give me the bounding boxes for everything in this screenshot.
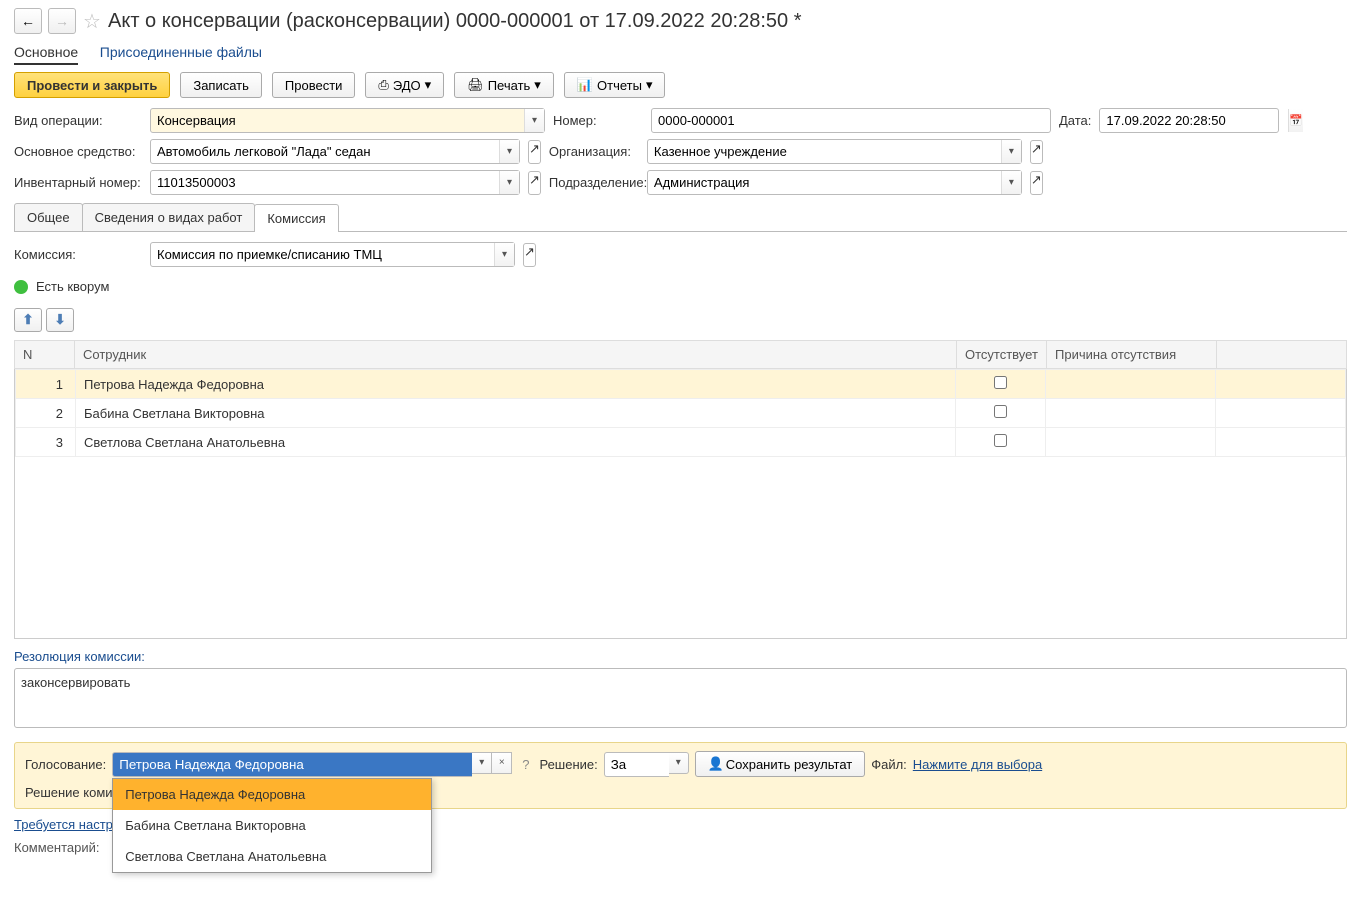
print-button[interactable]: 🖨Печать▾ — [454, 72, 554, 98]
asset-input[interactable] — [151, 140, 499, 163]
op-type-input[interactable] — [151, 109, 524, 132]
tab-general[interactable]: Общее — [14, 203, 83, 231]
date-label: Дата: — [1059, 113, 1091, 128]
dept-open-icon[interactable]: ↗ — [1030, 171, 1043, 195]
move-up-button[interactable]: ⬆ — [14, 308, 42, 332]
voter-input[interactable] — [112, 752, 472, 777]
col-n: N — [15, 341, 75, 369]
move-down-button[interactable]: ⬇ — [46, 308, 74, 332]
op-type-label: Вид операции: — [14, 113, 142, 128]
dept-input[interactable] — [648, 171, 1001, 194]
asset-open-icon[interactable]: ↗ — [528, 140, 541, 164]
date-input[interactable] — [1100, 109, 1288, 132]
voting-label: Голосование: — [25, 757, 106, 772]
config-link[interactable]: Требуется настрой — [14, 817, 127, 832]
edo-icon: ⎙ — [378, 77, 388, 93]
decision-dropdown-icon[interactable]: ▾ — [669, 752, 689, 774]
tab-works[interactable]: Сведения о видах работ — [82, 203, 256, 231]
nav-attached-files[interactable]: Присоединенные файлы — [100, 44, 262, 60]
org-label: Организация: — [549, 144, 639, 159]
col-reason: Причина отсутствия — [1047, 341, 1217, 369]
row-reason[interactable] — [1046, 399, 1216, 428]
row-n: 3 — [16, 428, 76, 457]
voter-dropdown-icon[interactable]: ▾ — [472, 752, 492, 774]
save-result-button[interactable]: 👤Сохранить результат — [695, 751, 865, 777]
inv-open-icon[interactable]: ↗ — [528, 171, 541, 195]
col-employee: Сотрудник — [75, 341, 957, 369]
col-absent: Отсутствует — [957, 341, 1047, 369]
post-button[interactable]: Провести — [272, 72, 356, 98]
commission-decision-label: Решение комис — [25, 785, 119, 800]
asset-label: Основное средство: — [14, 144, 142, 159]
row-emp: Светлова Светлана Анатольевна — [76, 428, 956, 457]
dropdown-item[interactable]: Светлова Светлана Анатольевна — [113, 841, 431, 872]
save-button[interactable]: Записать — [180, 72, 262, 98]
absent-checkbox[interactable] — [994, 376, 1007, 389]
person-icon: 👤 — [708, 756, 722, 772]
inv-label: Инвентарный номер: — [14, 175, 142, 190]
commission-open-icon[interactable]: ↗ — [523, 243, 536, 267]
decision-input[interactable] — [604, 752, 669, 777]
inv-dropdown-icon[interactable]: ▾ — [499, 171, 519, 194]
resolution-textarea[interactable]: законсервировать — [14, 668, 1347, 728]
chevron-down-icon: ▾ — [534, 77, 541, 93]
page-title: Акт о консервации (расконсервации) 0000-… — [108, 10, 802, 33]
printer-icon: 🖨 — [467, 77, 484, 93]
number-input[interactable] — [652, 109, 1050, 132]
nav-main[interactable]: Основное — [14, 44, 78, 65]
number-label: Номер: — [553, 113, 643, 128]
nav-back-button[interactable]: ← — [14, 8, 42, 34]
decision-label: Решение: — [539, 757, 597, 772]
op-type-dropdown-icon[interactable]: ▾ — [524, 109, 544, 132]
table-row[interactable]: 1 Петрова Надежда Федоровна — [16, 370, 1346, 399]
file-select-link[interactable]: Нажмите для выбора — [913, 757, 1042, 772]
table-header-row: N Сотрудник Отсутствует Причина отсутств… — [15, 341, 1347, 369]
org-open-icon[interactable]: ↗ — [1030, 140, 1043, 164]
row-n: 1 — [16, 370, 76, 399]
calendar-icon[interactable] — [1288, 109, 1303, 132]
table-row[interactable]: 2 Бабина Светлана Викторовна — [16, 399, 1346, 428]
org-dropdown-icon[interactable]: ▾ — [1001, 140, 1021, 163]
voter-clear-icon[interactable]: × — [492, 752, 512, 774]
chevron-down-icon: ▾ — [646, 77, 653, 93]
row-emp: Бабина Светлана Викторовна — [76, 399, 956, 428]
reports-button[interactable]: 📊Отчеты▾ — [564, 72, 666, 98]
row-reason[interactable] — [1046, 428, 1216, 457]
voter-dropdown-list: Петрова Надежда Федоровна Бабина Светлан… — [112, 778, 432, 873]
tab-commission[interactable]: Комиссия — [254, 204, 338, 232]
inv-input[interactable] — [151, 171, 499, 194]
nav-forward-button[interactable]: → — [48, 8, 76, 34]
chevron-down-icon: ▾ — [425, 77, 432, 93]
post-and-close-button[interactable]: Провести и закрыть — [14, 72, 170, 98]
dept-dropdown-icon[interactable]: ▾ — [1001, 171, 1021, 194]
quorum-text: Есть кворум — [36, 279, 109, 294]
col-extra — [1217, 341, 1347, 369]
row-emp: Петрова Надежда Федоровна — [76, 370, 956, 399]
chart-icon: 📊 — [577, 77, 593, 93]
dept-label: Подразделение: — [549, 175, 639, 190]
row-reason[interactable] — [1046, 370, 1216, 399]
commission-dropdown-icon[interactable]: ▾ — [494, 243, 514, 266]
absent-checkbox[interactable] — [994, 434, 1007, 447]
absent-checkbox[interactable] — [994, 405, 1007, 418]
dropdown-item[interactable]: Бабина Светлана Викторовна — [113, 810, 431, 841]
favorite-star-icon[interactable]: ☆ — [82, 11, 102, 31]
resolution-label: Резолюция комиссии: — [14, 639, 1347, 668]
dropdown-item[interactable]: Петрова Надежда Федоровна — [113, 779, 431, 810]
commission-label: Комиссия: — [14, 247, 142, 262]
quorum-status-icon — [14, 280, 28, 294]
row-n: 2 — [16, 399, 76, 428]
comment-label: Комментарий: — [14, 840, 100, 855]
org-input[interactable] — [648, 140, 1001, 163]
file-label: Файл: — [871, 757, 907, 772]
edo-button[interactable]: ⎙ЭДО▾ — [365, 72, 444, 98]
commission-input[interactable] — [151, 243, 494, 266]
table-row[interactable]: 3 Светлова Светлана Анатольевна — [16, 428, 1346, 457]
asset-dropdown-icon[interactable]: ▾ — [499, 140, 519, 163]
help-icon[interactable]: ? — [518, 757, 533, 772]
